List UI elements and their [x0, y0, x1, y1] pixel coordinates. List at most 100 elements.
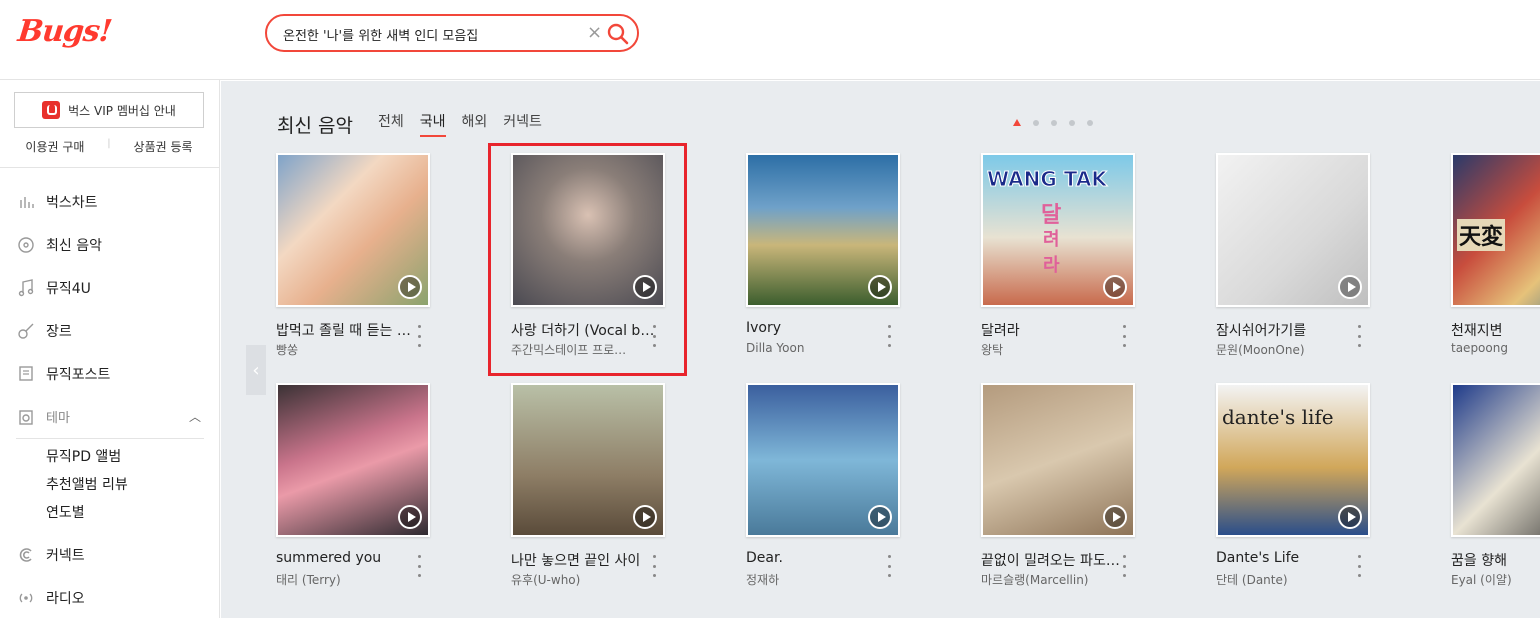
play-icon[interactable] [868, 275, 892, 299]
album-cover[interactable] [511, 383, 665, 537]
more-options-icon[interactable] [649, 555, 659, 577]
vip-membership-button[interactable]: 벅스 VIP 멤버십 안내 [14, 92, 204, 128]
sidebar-item-music4u[interactable]: 뮤직4U [0, 266, 219, 309]
album-title[interactable]: 끝없이 밀려오는 파도… [981, 550, 1126, 570]
sidebar-item-chart[interactable]: 벅스차트 [0, 180, 219, 223]
tab-connect[interactable]: 커넥트 [503, 111, 542, 137]
album-cover[interactable] [1451, 383, 1540, 537]
album-title[interactable]: summered you [276, 550, 421, 566]
album-artist[interactable]: Dilla Yoon [746, 341, 891, 355]
music-note-icon [16, 278, 36, 298]
play-icon[interactable] [1338, 275, 1362, 299]
play-icon[interactable] [398, 275, 422, 299]
album-title[interactable]: 나만 놓으면 끝인 사이 [511, 550, 656, 570]
more-options-icon[interactable] [884, 555, 894, 577]
guitar-icon [16, 321, 36, 341]
theme-item-by-year[interactable]: 연도별 [46, 499, 219, 527]
sidebar-item-music-post[interactable]: 뮤직포스트 [0, 352, 219, 395]
album-artist[interactable]: 태리 (Terry) [276, 571, 421, 588]
album-artist[interactable]: 문원(MoonOne) [1216, 341, 1361, 358]
play-icon[interactable] [868, 505, 892, 529]
album-cover[interactable] [276, 383, 430, 537]
bugs-logo[interactable]: Bugs! [16, 14, 113, 49]
album-title[interactable]: 잠시쉬어가기를 [1216, 320, 1361, 340]
sidebar-item-label: 테마 [46, 411, 70, 426]
cover-text-wang-tak: WANG TAK [987, 167, 1108, 192]
theme-icon [16, 407, 36, 427]
sidebar-item-new-music[interactable]: 최신 음악 [0, 223, 219, 266]
album-title[interactable]: Dante's Life [1216, 550, 1361, 566]
vip-label: 벅스 VIP 멤버십 안내 [68, 103, 176, 118]
radio-icon [16, 588, 36, 608]
album-artist[interactable]: 정재하 [746, 571, 891, 588]
more-options-icon[interactable] [1119, 325, 1129, 347]
sidebar-divider [0, 167, 219, 168]
theme-item-review[interactable]: 추천앨범 리뷰 [46, 471, 219, 499]
chevron-up-icon[interactable]: ︿ [189, 408, 201, 425]
search-bar[interactable]: × [265, 14, 639, 52]
tab-domestic[interactable]: 국내 [419, 111, 446, 137]
sidebar-item-connect[interactable]: 커넥트 [0, 533, 219, 576]
album-cover[interactable] [276, 153, 430, 307]
more-options-icon[interactable] [1354, 325, 1364, 347]
pager-dot[interactable] [1069, 119, 1075, 126]
album-title[interactable]: Dear. [746, 550, 891, 566]
play-icon[interactable] [398, 505, 422, 529]
album-title[interactable]: 달려라 [981, 320, 1126, 340]
clear-icon[interactable]: × [587, 22, 602, 44]
sidebar-item-genre[interactable]: 장르 [0, 309, 219, 352]
album-cover[interactable] [981, 383, 1135, 537]
play-icon[interactable] [1338, 505, 1362, 529]
gift-card-link[interactable]: 상품권 등록 [134, 138, 193, 155]
tab-overseas[interactable]: 해외 [462, 111, 488, 137]
album-title[interactable]: 꿈을 향해 [1451, 550, 1540, 570]
search-icon[interactable] [605, 21, 631, 47]
album-artist[interactable]: 마르슬랭(Marcellin) [981, 571, 1126, 588]
album-cover[interactable] [746, 153, 900, 307]
album-cover[interactable] [1216, 153, 1370, 307]
sidebar-item-theme[interactable]: 테마 ︿ [0, 395, 219, 438]
theme-submenu: 뮤직PD 앨범 추천앨범 리뷰 연도별 [0, 439, 219, 533]
more-options-icon[interactable] [1119, 555, 1129, 577]
tab-all[interactable]: 전체 [378, 111, 404, 137]
sidebar-item-label: 장르 [46, 323, 72, 340]
more-options-icon[interactable] [1354, 555, 1364, 577]
album-artist[interactable]: 왕탁 [981, 341, 1126, 358]
pager-dot-active[interactable] [1013, 119, 1021, 126]
more-options-icon[interactable] [414, 555, 424, 577]
more-options-icon[interactable] [414, 325, 424, 347]
play-icon[interactable] [1103, 275, 1127, 299]
sidebar-item-label: 최신 음악 [46, 237, 102, 254]
pager-dot[interactable] [1033, 119, 1039, 126]
sidebar-item-label: 뮤직4U [46, 280, 91, 297]
album-title[interactable]: 밥먹고 졸릴 때 듣는 노래 [276, 320, 421, 340]
cover-text-ra: 라 [1043, 255, 1060, 276]
album-artist[interactable]: 유후(U-who) [511, 571, 656, 588]
album-artist[interactable]: taepoong [1451, 341, 1540, 355]
album-cover[interactable]: dante's life [1216, 383, 1370, 537]
play-icon[interactable] [633, 505, 657, 529]
pager-dot[interactable] [1087, 119, 1093, 126]
prev-arrow-button[interactable]: ‹ [246, 345, 266, 395]
sidebar-item-radio[interactable]: 라디오 [0, 576, 219, 618]
post-icon [16, 364, 36, 384]
album-artist[interactable]: 빵쏭 [276, 341, 421, 358]
theme-item-musicpd[interactable]: 뮤직PD 앨범 [46, 443, 219, 471]
pager-dot[interactable] [1051, 119, 1057, 126]
play-icon[interactable] [1103, 505, 1127, 529]
album-artist[interactable]: 단테 (Dante) [1216, 571, 1361, 588]
album-cover[interactable]: WANG TAK 달 려 라 [981, 153, 1135, 307]
album-cover[interactable] [746, 383, 900, 537]
buy-pass-link[interactable]: 이용권 구매 [25, 138, 84, 155]
chart-icon [16, 192, 36, 212]
sidebar-nav: 벅스차트 최신 음악 뮤직4U 장르 뮤직포스트 테마 ︿ 뮤직PD 앨범 추천… [0, 180, 219, 618]
album-artist[interactable]: Eyal (이얄) [1451, 571, 1540, 588]
disc-icon [16, 235, 36, 255]
album-title[interactable]: Ivory [746, 320, 891, 336]
header: Bugs! × [0, 0, 1540, 80]
section-title: 최신 음악 [277, 115, 353, 137]
album-cover[interactable]: 天変 [1451, 153, 1540, 307]
more-options-icon[interactable] [884, 325, 894, 347]
search-input[interactable] [283, 23, 583, 45]
album-title[interactable]: 천재지변 [1451, 320, 1540, 340]
